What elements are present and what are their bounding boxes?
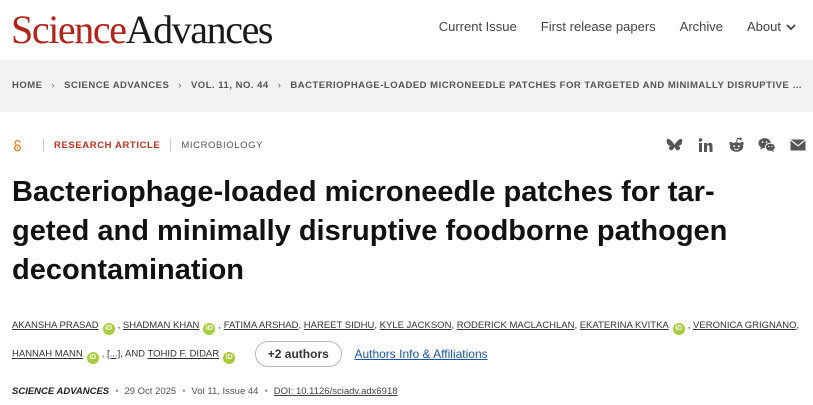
bluesky-icon[interactable]	[665, 136, 683, 154]
nav-about[interactable]: About	[747, 19, 797, 34]
article-title: Bacteriophage-loaded microneedle patches…	[12, 173, 802, 290]
nav-current-issue[interactable]: Current Issue	[439, 19, 517, 34]
separator-dot: •	[115, 386, 119, 397]
author-ellipsis[interactable]: [...]	[107, 349, 120, 360]
author-name[interactable]: Kyle Jackson	[380, 320, 452, 331]
author-name[interactable]: Roderick MacLachlan	[457, 320, 575, 331]
orcid-icon[interactable]: iD	[223, 351, 236, 364]
article-title-line: Bacteriophage-loaded microneedle patches…	[12, 176, 715, 208]
share-bar	[652, 136, 807, 154]
article-title-line: decontamination	[12, 254, 245, 286]
article-title-line: geted and minimally disruptive foodborne…	[12, 215, 728, 247]
logo-science: Science	[11, 7, 127, 52]
breadcrumb-issue[interactable]: VOL. 11, NO. 44	[191, 80, 269, 91]
divider	[43, 139, 44, 152]
nav-archive[interactable]: Archive	[680, 19, 723, 34]
nav-first-release[interactable]: First release papers	[541, 19, 656, 34]
author-name[interactable]: Tohid F. Didar	[148, 349, 220, 360]
logo-advances: Advances	[125, 7, 274, 52]
separator-dot: •	[182, 386, 186, 397]
site-header: ScienceAdvances Current Issue First rele…	[0, 0, 813, 60]
author-name[interactable]: Hannah Mann	[12, 349, 83, 360]
journal-name: Science Advances	[12, 386, 110, 397]
article-meta: RESEARCH ARTICLE MICROBIOLOGY	[12, 139, 263, 152]
main-nav: Current Issue First release papers Archi…	[415, 19, 797, 34]
authors-affiliations-link[interactable]: Authors Info & Affiliations	[354, 347, 487, 361]
chevron-right-icon: ›	[277, 80, 282, 91]
author-name[interactable]: Shadman Khan	[123, 320, 200, 331]
publication-date: 29 Oct 2025	[124, 386, 177, 397]
author-and: AND	[124, 348, 146, 360]
nav-about-label: About	[747, 19, 781, 34]
chevron-right-icon: ›	[178, 80, 182, 91]
author-list: Akansha Prasad iD, Shadman Khan iD, Fatima…	[12, 312, 807, 369]
author-name[interactable]: Veronica Grignano	[693, 320, 796, 331]
more-authors-button[interactable]: +2 authors	[254, 341, 342, 367]
article-type[interactable]: RESEARCH ARTICLE	[54, 140, 160, 151]
divider	[170, 139, 172, 152]
site-logo[interactable]: ScienceAdvances	[11, 7, 274, 52]
publication-info: Science Advances • 29 Oct 2025 • Vol 11,…	[12, 386, 398, 397]
separator-dot: •	[264, 386, 268, 397]
author-name[interactable]: Hareet Sidhu	[304, 320, 375, 331]
chevron-down-icon	[786, 23, 796, 30]
orcid-icon[interactable]: iD	[86, 351, 99, 364]
reddit-icon[interactable]	[727, 136, 745, 154]
email-icon[interactable]	[789, 136, 807, 154]
author-name[interactable]: Fatima Arshad	[224, 320, 299, 331]
breadcrumb-current: BACTERIOPHAGE-LOADED MICRONEEDLE PATCHES…	[290, 80, 802, 91]
article-subject[interactable]: MICROBIOLOGY	[181, 140, 263, 151]
open-access-icon	[13, 139, 22, 152]
linkedin-icon[interactable]	[696, 136, 714, 154]
wechat-icon[interactable]	[758, 136, 776, 154]
orcid-icon[interactable]: iD	[203, 323, 216, 335]
volume-issue: Vol 11, Issue 44	[191, 386, 259, 397]
breadcrumb-home[interactable]: HOME	[12, 80, 43, 91]
breadcrumb-journal[interactable]: SCIENCE ADVANCES	[64, 80, 169, 91]
breadcrumb: HOME › SCIENCE ADVANCES › VOL. 11, NO. 4…	[12, 80, 802, 91]
author-name[interactable]: Ekaterina Kvitka	[580, 320, 669, 331]
orcid-icon[interactable]: iD	[102, 323, 115, 335]
author-name[interactable]: Akansha Prasad	[12, 320, 99, 331]
orcid-icon[interactable]: iD	[672, 323, 685, 335]
doi-link[interactable]: DOI: 10.1126/sciadv.adx6918	[274, 386, 398, 397]
breadcrumb-bar: HOME › SCIENCE ADVANCES › VOL. 11, NO. 4…	[0, 60, 813, 112]
chevron-right-icon: ›	[51, 80, 56, 91]
